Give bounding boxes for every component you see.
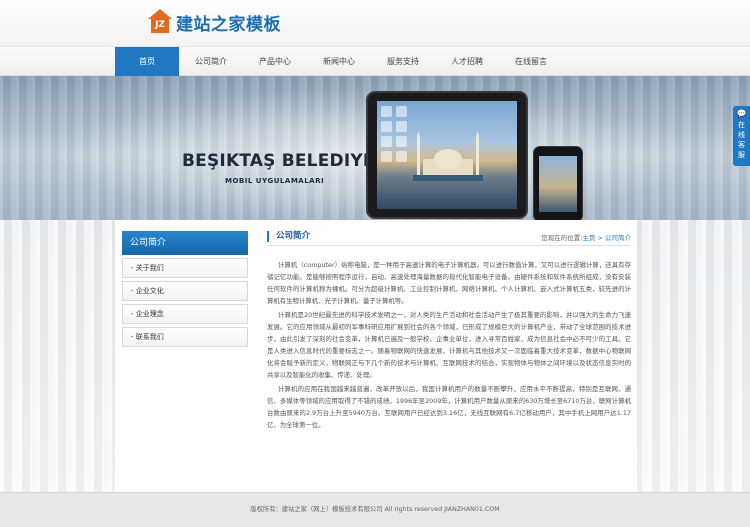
- logo-text: 建站之家模板: [176, 14, 281, 35]
- article-paragraph: 计算机（computer）俗称电脑，是一种用于高速计算的电子计算机器，可以进行数…: [267, 261, 631, 305]
- nav-item-news[interactable]: 新闻中心: [307, 47, 371, 76]
- sidebar-menu: - 关于我们 - 企业文化 - 企业理念 - 联系我们: [122, 258, 248, 350]
- site-logo[interactable]: JZ 建站之家模板: [148, 6, 281, 38]
- banner-subtitle: MOBIL UYGULAMALARI: [225, 177, 325, 185]
- sidebar-item-contact[interactable]: - 联系我们: [122, 327, 248, 347]
- nav-item-message[interactable]: 在线留言: [499, 47, 563, 76]
- title-divider: [267, 245, 630, 246]
- sidebar-heading: 公司简介: [122, 231, 248, 255]
- breadcrumb-home-link[interactable]: 主页: [582, 234, 595, 242]
- copyright-text: 版权所有：建站之家（网上）模板技术有限公司 All rights reserve…: [250, 506, 500, 513]
- logo-house-icon: JZ: [148, 9, 172, 35]
- breadcrumb-prefix: 您现在的位置:: [541, 234, 583, 242]
- phone-image: [533, 146, 583, 220]
- nav-item-home[interactable]: 首页: [115, 47, 179, 76]
- site-header: JZ 建站之家模板: [0, 0, 750, 46]
- article-paragraph: 计算机的应用在我国越来越普遍，改革开放以后，我国计算机用户的数量不断攀升，应用水…: [267, 385, 631, 429]
- sidebar-item-about-us[interactable]: - 关于我们: [122, 258, 248, 278]
- online-service-button[interactable]: 💬 在线客服: [733, 106, 750, 166]
- nav-item-products[interactable]: 产品中心: [243, 47, 307, 76]
- sidebar-item-philosophy[interactable]: - 企业理念: [122, 304, 248, 324]
- breadcrumb-current[interactable]: 公司简介: [605, 234, 631, 242]
- chat-bubble-icon: 💬: [736, 109, 747, 118]
- nav-item-support[interactable]: 服务支持: [371, 47, 435, 76]
- nav-item-jobs[interactable]: 人才招聘: [435, 47, 499, 76]
- breadcrumb: 您现在的位置:主页 > 公司简介: [541, 232, 631, 242]
- hero-banner: BEŞIKTAŞ BELEDIYESI MOBIL UYGULAMALARI: [0, 76, 750, 220]
- site-footer: 版权所有：建站之家（网上）模板技术有限公司 All rights reserve…: [0, 492, 750, 527]
- main-nav: 首页 公司简介 产品中心 新闻中心 服务支持 人才招聘 在线留言: [0, 46, 750, 76]
- banner-title: BEŞIKTAŞ BELEDIYESI: [182, 151, 394, 171]
- sidebar-item-culture[interactable]: - 企业文化: [122, 281, 248, 301]
- tablet-image: [366, 91, 528, 219]
- nav-item-about[interactable]: 公司简介: [179, 47, 243, 76]
- breadcrumb-separator: >: [595, 234, 605, 242]
- article-body: 计算机（computer）俗称电脑，是一种用于高速计算的电子计算机器，可以进行数…: [267, 259, 631, 433]
- mosque-illustration: [413, 131, 483, 181]
- page-title: 公司简介: [267, 231, 310, 242]
- article-paragraph: 计算机是20世纪最先进的科学技术发明之一，对人类的生产活动和社会活动产生了极其重…: [267, 311, 631, 379]
- online-service-label: 在线客服: [738, 121, 745, 159]
